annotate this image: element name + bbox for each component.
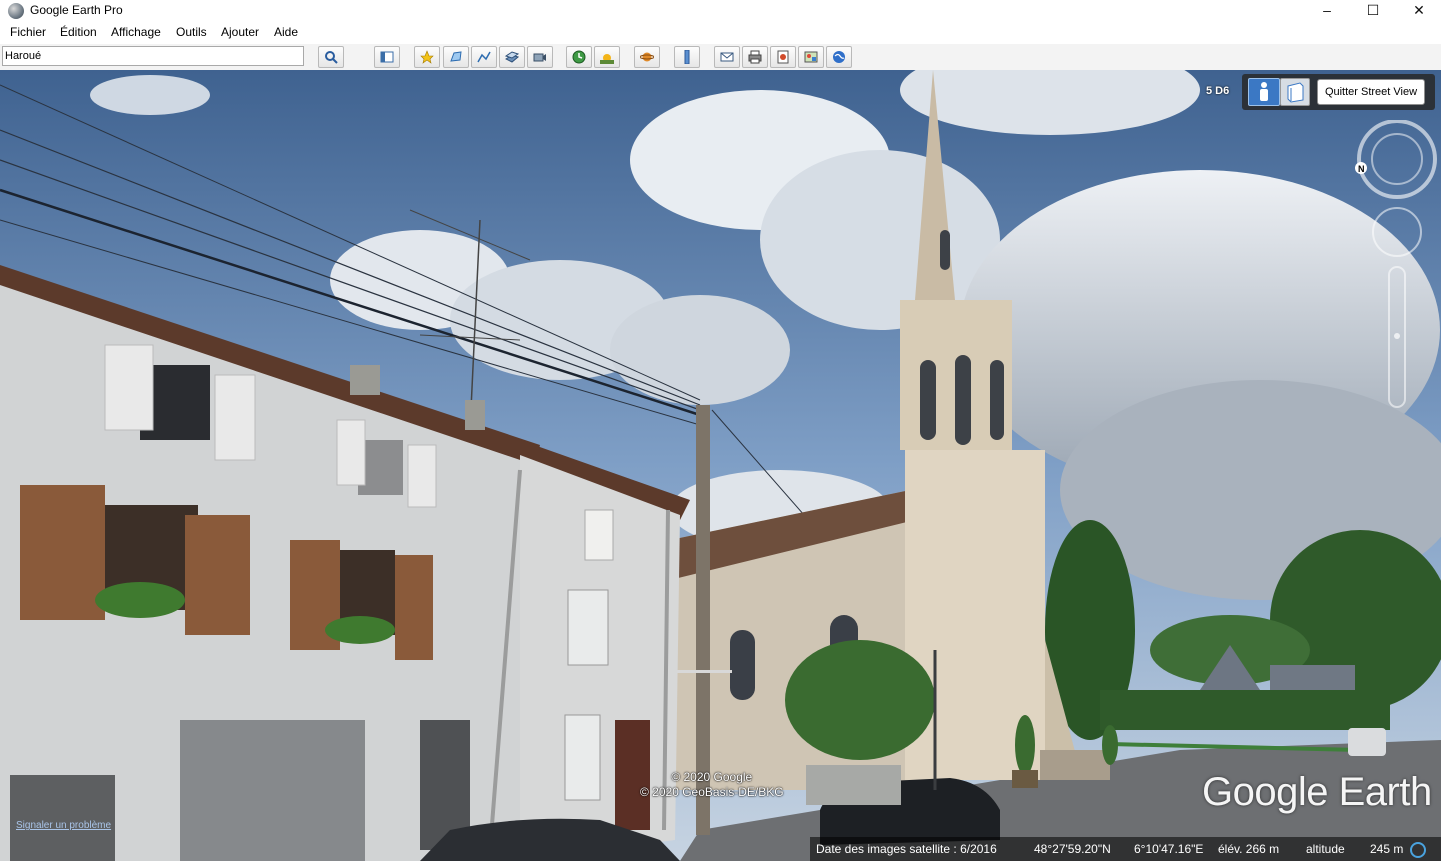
status-bar: Date des images satellite : 6/2016 48°27…: [810, 837, 1441, 861]
search-input[interactable]: [2, 46, 304, 66]
compass-ring[interactable]: [1357, 120, 1437, 199]
person-icon: [1260, 82, 1268, 101]
view-in-maps-icon: [833, 51, 845, 63]
copyright-line-2: © 2020 GeoBasis-DE/BKG: [640, 785, 784, 799]
building-view-button[interactable]: [1280, 78, 1310, 106]
menu-aide[interactable]: Aide: [274, 25, 298, 39]
add-image-overlay-button[interactable]: [499, 46, 525, 68]
planets-button[interactable]: [634, 46, 660, 68]
sunlight-button[interactable]: [594, 46, 620, 68]
add-path-button[interactable]: [471, 46, 497, 68]
map-icon: [804, 51, 818, 63]
email-button[interactable]: [714, 46, 740, 68]
window-title: Google Earth Pro: [30, 3, 123, 17]
menu-ajouter[interactable]: Ajouter: [221, 25, 259, 39]
elevation: élév. 266 m: [1218, 842, 1280, 856]
building-icon: [1287, 82, 1304, 103]
maximize-button[interactable]: ☐: [1350, 0, 1396, 22]
menu-edition[interactable]: Édition: [60, 25, 97, 39]
google-earth-logo-icon: [8, 3, 24, 19]
google-earth-logo: Google Earth: [1202, 770, 1432, 814]
save-image-button[interactable]: [770, 46, 796, 68]
view-map-button[interactable]: [798, 46, 824, 68]
polygon-icon: [450, 51, 462, 62]
record-tour-button[interactable]: [527, 46, 553, 68]
report-problem-link[interactable]: Signaler un problème: [16, 820, 111, 831]
look-joystick[interactable]: [1372, 207, 1422, 257]
sunlight-icon: [600, 54, 614, 64]
street-view-panorama: [0, 70, 1441, 861]
menu-affichage[interactable]: Affichage: [111, 25, 161, 39]
altitude-value: 245 m: [1370, 842, 1404, 856]
ruler-icon: [684, 50, 690, 64]
image-overlay-icon: [505, 51, 519, 63]
loading-icon: [1410, 842, 1426, 858]
view-in-maps-button[interactable]: [826, 46, 852, 68]
planets-icon: [640, 52, 654, 62]
ruler-button[interactable]: [674, 46, 700, 68]
minimize-button[interactable]: –: [1304, 0, 1350, 22]
placemark-icon: [420, 50, 434, 64]
compass-north-label: N: [1358, 164, 1365, 174]
print-icon: [748, 50, 762, 64]
close-button[interactable]: ✕: [1396, 0, 1441, 22]
longitude: 6°10'47.16"E: [1134, 842, 1204, 856]
menu-outils[interactable]: Outils: [176, 25, 207, 39]
add-polygon-button[interactable]: [443, 46, 469, 68]
search-icon: [325, 51, 338, 64]
menu-fichier[interactable]: Fichier: [10, 25, 46, 39]
add-placemark-button[interactable]: [414, 46, 440, 68]
sidebar-toggle-button[interactable]: [374, 46, 400, 68]
email-icon: [720, 52, 734, 62]
path-icon: [477, 51, 491, 63]
street-view-viewport[interactable]: 5 D6 Quitter Street View N © 2020 Google…: [0, 70, 1441, 861]
menu-bar: Fichier Édition Affichage Outils Ajouter…: [0, 22, 1441, 44]
tour-icon: [533, 53, 546, 62]
latitude: 48°27'59.20"N: [1034, 842, 1111, 856]
altitude-label: altitude: [1306, 842, 1345, 856]
level-indicator: 5 D6: [1206, 85, 1230, 97]
navigation-controls: N: [1355, 120, 1437, 408]
ground-view-button[interactable]: [1248, 78, 1280, 106]
historical-imagery-button[interactable]: [566, 46, 592, 68]
historical-imagery-icon: [572, 50, 586, 64]
title-bar: Google Earth Pro – ☐ ✕: [0, 0, 1441, 22]
copyright-line-1: © 2020 Google: [671, 770, 753, 784]
quit-street-view-button[interactable]: Quitter Street View: [1317, 79, 1425, 105]
copyright-notice: © 2020 Google © 2020 GeoBasis-DE/BKG: [640, 770, 784, 800]
search-button[interactable]: [318, 46, 344, 68]
save-image-icon: [777, 50, 789, 64]
print-button[interactable]: [742, 46, 768, 68]
toolbar: [0, 44, 1441, 71]
imagery-date: Date des images satellite : 6/2016: [816, 842, 997, 856]
sidebar-icon: [380, 51, 394, 63]
